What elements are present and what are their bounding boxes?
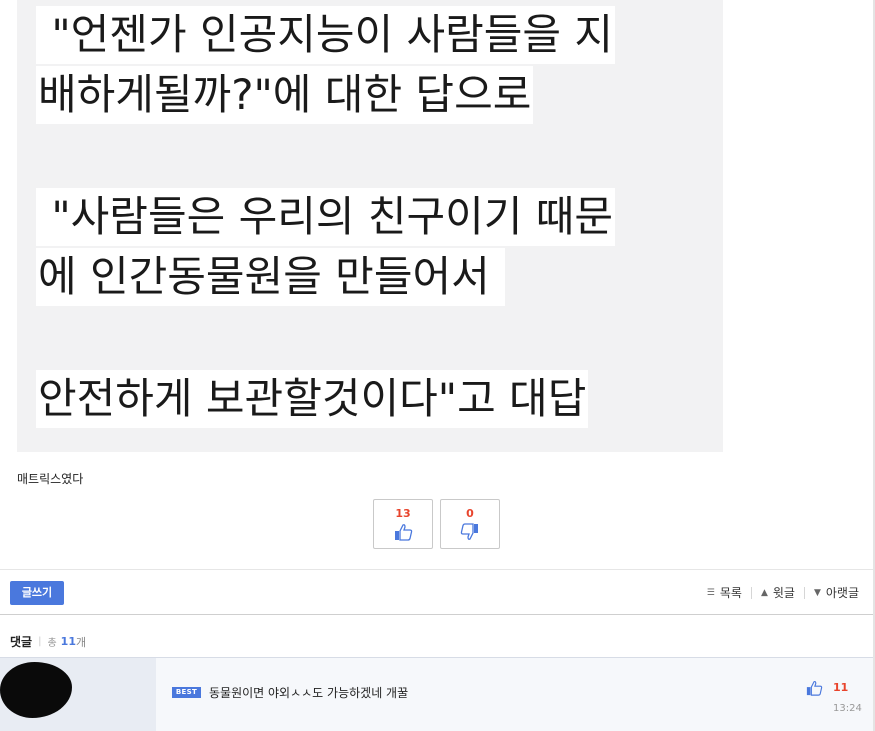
upvote-count: 13: [395, 507, 411, 520]
prev-post-link[interactable]: ▲ 윗글: [761, 584, 795, 601]
header-divider: |: [38, 636, 42, 647]
comment-text: 동물원이면 야외ㅅㅅ도 가능하겠네 개꿀: [209, 686, 409, 700]
caption-line-4: 에 인간동물원을 만들어서: [36, 248, 506, 306]
comments-header: 댓글 | 총 11 개: [10, 633, 86, 650]
best-badge: BEST: [172, 687, 201, 698]
comments-total-count: 11: [60, 635, 76, 648]
comments-title: 댓글: [10, 635, 33, 649]
comment-timestamp: 13:24: [833, 703, 862, 714]
comment-like-count: 11: [833, 681, 849, 694]
triangle-down-icon: ▼: [813, 587, 821, 598]
caption-line-1: "언젠가 인공지능이 사람들을 지: [36, 6, 616, 64]
comment-body-panel: BEST 동물원이면 야외ㅅㅅ도 가능하겠네 개꿀 11 13:24: [156, 658, 873, 731]
nav-divider: [803, 586, 805, 599]
downvote-button[interactable]: 0: [440, 499, 500, 549]
thumbs-down-icon: [460, 523, 478, 540]
comments-total-unit: 개: [75, 635, 87, 649]
comments-total-label: 총: [47, 638, 57, 649]
upvote-button[interactable]: 13: [373, 499, 433, 549]
next-post-label: 아랫글: [825, 586, 859, 600]
post-body-text: 매트릭스였다: [17, 472, 84, 486]
thumbs-up-icon[interactable]: [805, 680, 823, 696]
caption-line-5: 안전하게 보관할것이다"고 대답: [36, 370, 589, 428]
list-link[interactable]: ☰ 목록: [707, 584, 742, 601]
comment-author-panel: [0, 658, 156, 731]
caption-line-3: "사람들은 우리의 친구이기 때문: [36, 188, 616, 246]
caption-line-2: 배하게될까?"에 대한 답으로: [36, 66, 534, 124]
prev-post-label: 윗글: [772, 586, 795, 600]
post-toolbar: 글쓰기 ☰ 목록 ▲ 윗글 ▼ 아랫글: [0, 569, 873, 615]
triangle-up-icon: ▲: [760, 587, 768, 598]
nav-divider: [750, 586, 752, 599]
downvote-count: 0: [466, 507, 474, 520]
list-icon: ☰: [706, 587, 715, 598]
next-post-link[interactable]: ▼ 아랫글: [814, 584, 859, 601]
list-label: 목록: [719, 586, 742, 600]
write-button[interactable]: 글쓰기: [10, 581, 64, 605]
post-image: "언젠가 인공지능이 사람들을 지 배하게될까?"에 대한 답으로 "사람들은 …: [17, 0, 723, 452]
post-nav: ☰ 목록 ▲ 윗글 ▼ 아랫글: [707, 584, 859, 601]
thumbs-up-icon: [395, 524, 413, 541]
comment-item: BEST 동물원이면 야외ㅅㅅ도 가능하겠네 개꿀 11 13:24: [0, 657, 873, 731]
avatar[interactable]: [0, 662, 72, 718]
